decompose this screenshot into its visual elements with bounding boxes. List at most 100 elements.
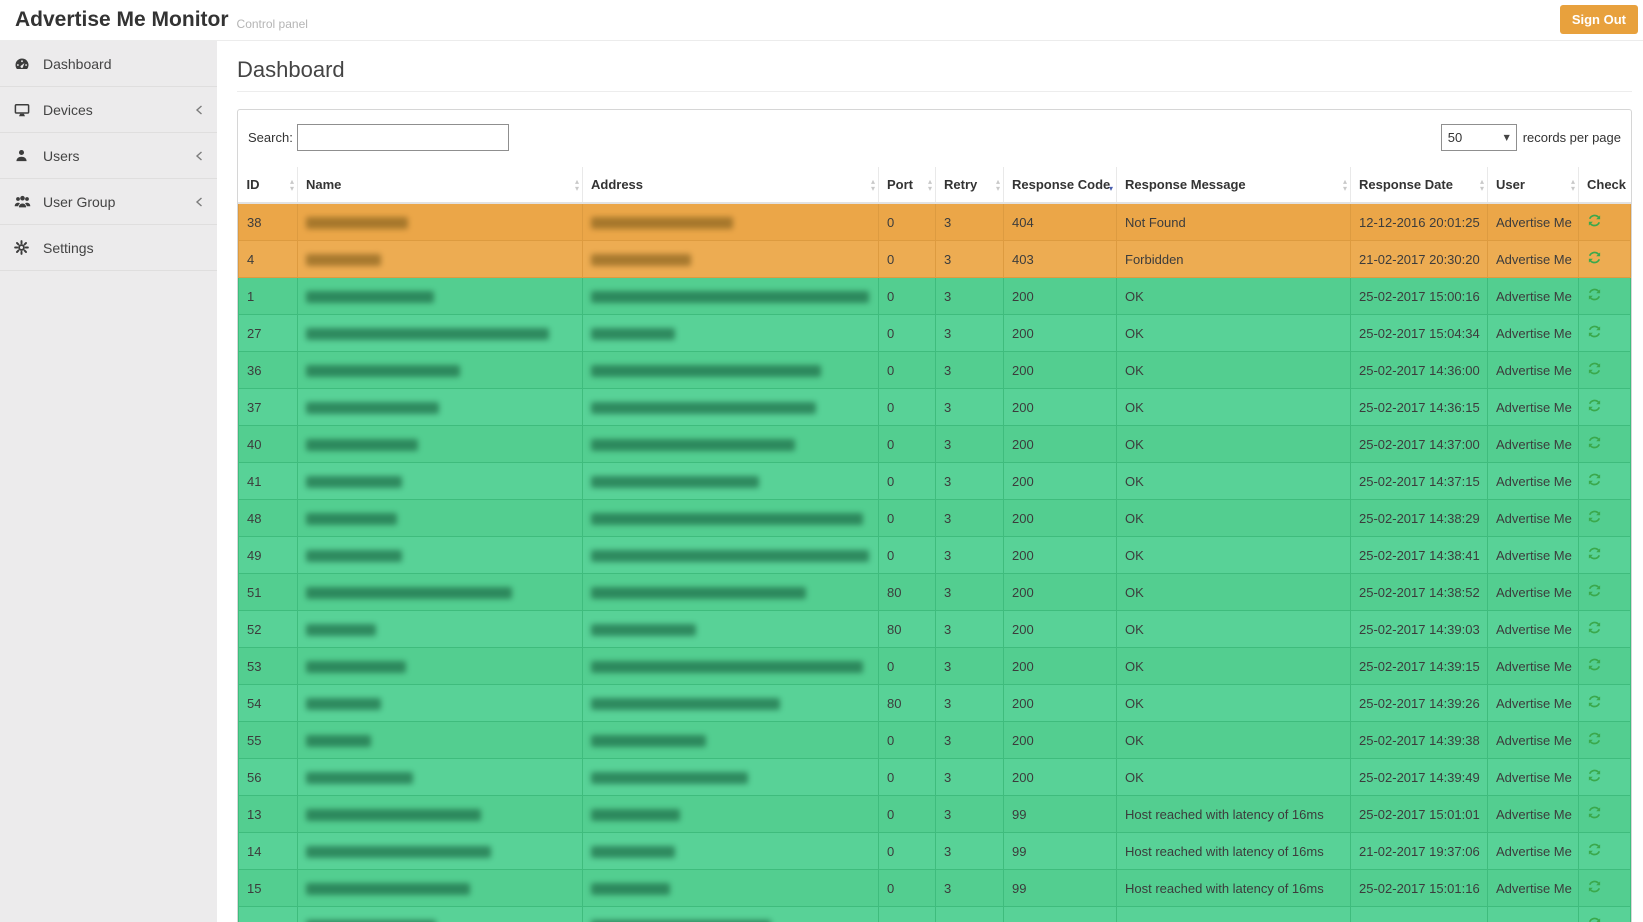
column-header-user[interactable]: User ▴▾	[1488, 167, 1579, 203]
cell-code: 404	[1004, 203, 1117, 241]
cell-user: Advertise Me	[1488, 833, 1579, 870]
column-header-retry[interactable]: Retry ▴▾	[936, 167, 1004, 203]
refresh-icon	[1587, 842, 1602, 857]
records-per-page-select[interactable]: 50 ▼	[1441, 124, 1517, 151]
sidebar-item-user-group[interactable]: User Group	[0, 179, 217, 225]
search-input[interactable]	[297, 124, 509, 151]
sidebar-item-users[interactable]: Users	[0, 133, 217, 179]
check-refresh-button[interactable]	[1587, 694, 1602, 709]
check-refresh-button[interactable]	[1587, 250, 1602, 265]
cell-code: 200	[1004, 759, 1117, 796]
cell-port: 0	[879, 315, 936, 352]
cell-retry: 3	[936, 278, 1004, 315]
cell-user: Advertise Me	[1488, 500, 1579, 537]
cell-check	[1579, 833, 1631, 870]
cell-user: Advertise Me	[1488, 685, 1579, 722]
redacted-address	[591, 624, 696, 636]
cell-id: 40	[239, 426, 298, 463]
cell-port: 0	[879, 648, 936, 685]
cell-port: 0	[879, 426, 936, 463]
table-row: 53 0 3 200 OK 25-02-2017 14:39:15 Advert…	[239, 648, 1631, 685]
sidebar-item-devices[interactable]: Devices	[0, 87, 217, 133]
column-header-date[interactable]: Response Date ▴▾	[1351, 167, 1488, 203]
table-row: 13 0 3 99 Host reached with latency of 1…	[239, 796, 1631, 833]
redacted-name	[306, 735, 371, 747]
cell-retry: 3	[936, 796, 1004, 833]
sort-carets-icon: ▴▾	[996, 178, 1000, 192]
refresh-icon	[1587, 620, 1602, 635]
redacted-address	[591, 587, 806, 599]
table-row: 36 0 3 200 OK 25-02-2017 14:36:00 Advert…	[239, 352, 1631, 389]
redacted-address	[591, 698, 780, 710]
cell-name	[298, 870, 583, 907]
refresh-icon	[1587, 583, 1602, 598]
check-refresh-button[interactable]	[1587, 657, 1602, 672]
sidebar-item-settings[interactable]: Settings	[0, 225, 217, 271]
cell-code: 200	[1004, 389, 1117, 426]
cell-message: OK	[1117, 611, 1351, 648]
cell-date: 25-02-2017 14:39:49	[1351, 759, 1488, 796]
cell-code: 200	[1004, 500, 1117, 537]
check-refresh-button[interactable]	[1587, 620, 1602, 635]
check-refresh-button[interactable]	[1587, 287, 1602, 302]
column-header-label: ID	[247, 177, 260, 192]
check-refresh-button[interactable]	[1587, 546, 1602, 561]
check-refresh-button[interactable]	[1587, 361, 1602, 376]
column-header-address[interactable]: Address ▴▾	[583, 167, 879, 203]
cell-name	[298, 685, 583, 722]
cell-user: Advertise Me	[1488, 870, 1579, 907]
column-header-name[interactable]: Name ▴▾	[298, 167, 583, 203]
check-refresh-button[interactable]	[1587, 472, 1602, 487]
cell-name	[298, 611, 583, 648]
cell-check	[1579, 537, 1631, 574]
cell-id: 56	[239, 759, 298, 796]
refresh-icon	[1587, 398, 1602, 413]
check-refresh-button[interactable]	[1587, 509, 1602, 524]
check-refresh-button[interactable]	[1587, 213, 1602, 228]
check-refresh-button[interactable]	[1587, 805, 1602, 820]
cell-code: 200	[1004, 537, 1117, 574]
column-header-label: User	[1496, 177, 1525, 192]
check-refresh-button[interactable]	[1587, 768, 1602, 783]
cell-name	[298, 278, 583, 315]
column-header-port[interactable]: Port ▴▾	[879, 167, 936, 203]
redacted-address	[591, 254, 691, 266]
cell-name	[298, 833, 583, 870]
check-refresh-button[interactable]	[1587, 583, 1602, 598]
cell-date: 25-02-2017 15:04:34	[1351, 315, 1488, 352]
column-header-code[interactable]: Response Code ▴▾	[1004, 167, 1117, 203]
check-refresh-button[interactable]	[1587, 916, 1602, 922]
cell-port: 0	[879, 870, 936, 907]
sort-carets-icon: ▴▾	[1480, 178, 1484, 192]
column-header-id[interactable]: ID ▴▾	[239, 167, 298, 203]
cell-retry: 3	[936, 648, 1004, 685]
check-refresh-button[interactable]	[1587, 879, 1602, 894]
cell-code: 200	[1004, 315, 1117, 352]
sidebar-item-label: Devices	[43, 102, 93, 118]
cell-date: 25-02-2017 14:39:26	[1351, 685, 1488, 722]
cell-user: Advertise Me	[1488, 759, 1579, 796]
table-row: 14 0 3 99 Host reached with latency of 1…	[239, 833, 1631, 870]
cell-message: OK	[1117, 537, 1351, 574]
redacted-address	[591, 476, 759, 488]
cell-user: Advertise Me	[1488, 203, 1579, 241]
sidebar-item-dashboard[interactable]: Dashboard	[0, 41, 217, 87]
check-refresh-button[interactable]	[1587, 842, 1602, 857]
check-refresh-button[interactable]	[1587, 731, 1602, 746]
cell-id: 27	[239, 315, 298, 352]
cell-address	[583, 907, 879, 922]
cell-name	[298, 241, 583, 278]
check-refresh-button[interactable]	[1587, 398, 1602, 413]
check-refresh-button[interactable]	[1587, 324, 1602, 339]
refresh-icon	[1587, 509, 1602, 524]
cell-date: 25-02-2017 14:39:03	[1351, 611, 1488, 648]
column-header-message[interactable]: Response Message ▴▾	[1117, 167, 1351, 203]
cell-retry: 3	[936, 537, 1004, 574]
chevron-left-icon	[194, 104, 205, 116]
cell-check	[1579, 203, 1631, 241]
cell-check	[1579, 574, 1631, 611]
sign-out-button[interactable]: Sign Out	[1560, 5, 1638, 34]
check-refresh-button[interactable]	[1587, 435, 1602, 450]
cell-address	[583, 278, 879, 315]
cell-id: 54	[239, 685, 298, 722]
